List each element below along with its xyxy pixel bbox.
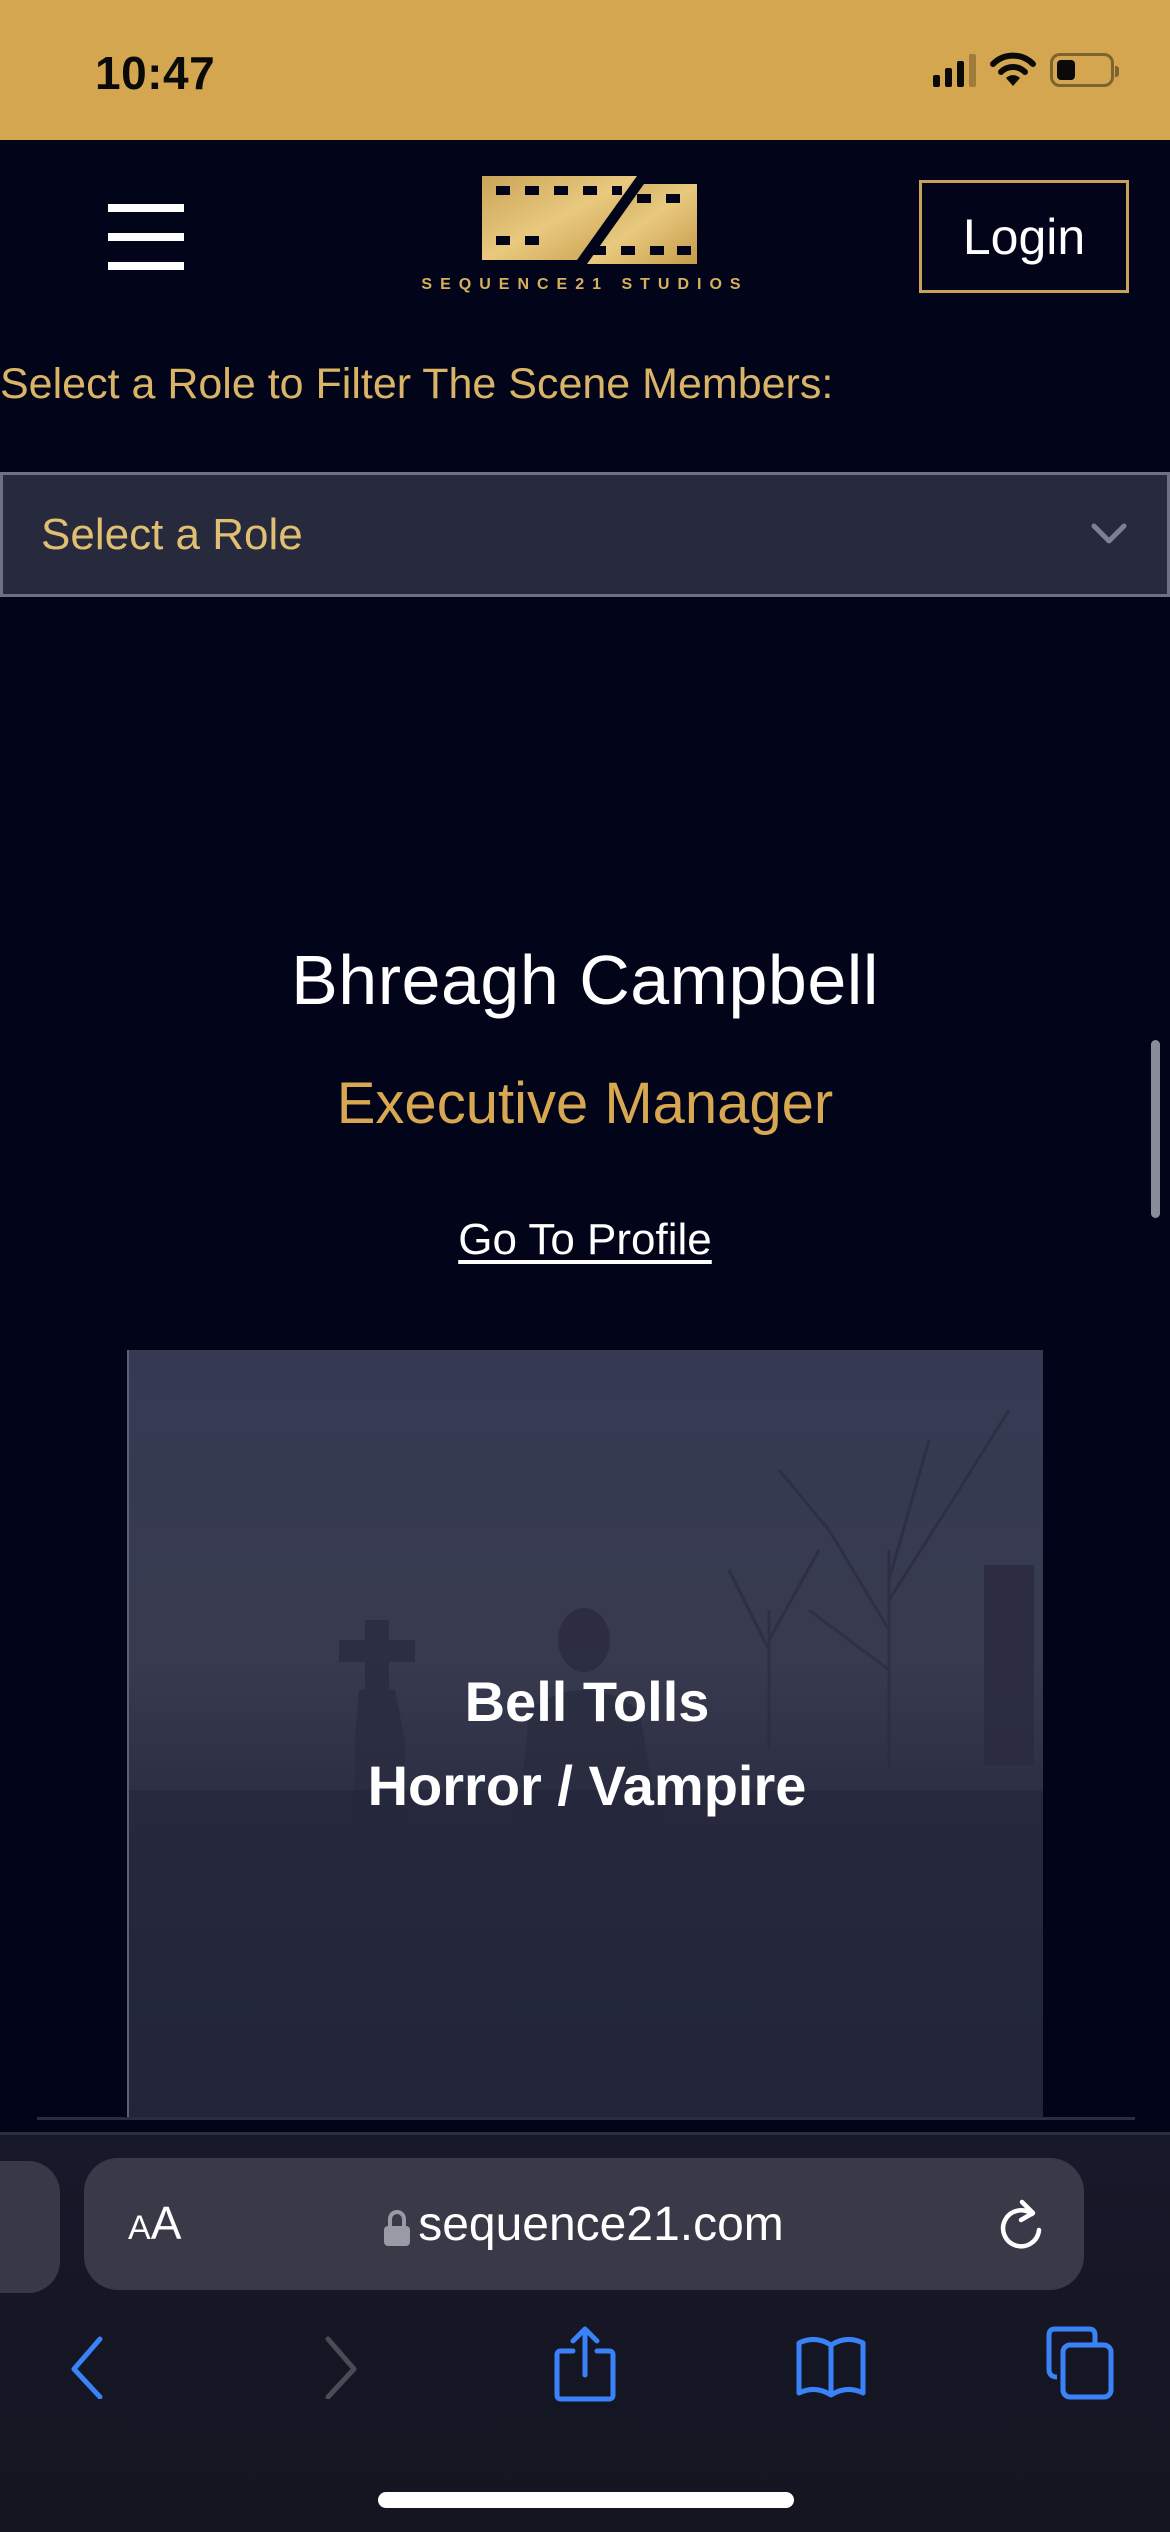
- profile-link-container: Go To Profile: [0, 1215, 1170, 1265]
- chevron-down-icon: [1091, 523, 1127, 544]
- scene-title: Bell Tolls Horror / Vampire: [129, 1660, 1043, 1828]
- site-header: SEQUENCE21 STUDIOS Login: [0, 140, 1170, 325]
- role-select-value: Select a Role: [41, 509, 303, 559]
- back-icon[interactable]: [68, 2335, 108, 2399]
- login-button[interactable]: Login: [919, 180, 1129, 293]
- member-name: Bhreagh Campbell: [291, 941, 879, 1019]
- reload-icon[interactable]: [996, 2196, 1046, 2252]
- cellular-signal-icon: [933, 53, 976, 87]
- browser-toolbar: AA sequence21.com: [0, 2132, 1170, 2532]
- status-bar: 10:47: [0, 0, 1170, 140]
- sequence21-logo[interactable]: SEQUENCE21 STUDIOS: [415, 176, 755, 298]
- lock-icon: [384, 2210, 411, 2246]
- go-to-profile-link[interactable]: Go To Profile: [458, 1215, 712, 1264]
- logo-wordmark: SEQUENCE21 STUDIOS: [421, 276, 749, 293]
- status-icons: [933, 52, 1119, 88]
- forward-icon[interactable]: [320, 2335, 360, 2399]
- previous-tab-preview[interactable]: [0, 2161, 60, 2293]
- status-time: 10:47: [95, 47, 216, 99]
- hamburger-menu-icon[interactable]: [108, 204, 184, 270]
- wifi-icon: [990, 52, 1036, 86]
- share-icon[interactable]: [553, 2325, 617, 2403]
- battery-icon: [1050, 53, 1119, 87]
- film-strip-logo-icon: [482, 176, 697, 264]
- filter-label: Select a Role to Filter The Scene Member…: [0, 360, 834, 408]
- scene-card[interactable]: Bell Tolls Horror / Vampire: [127, 1350, 1043, 2120]
- scene-genre: Horror / Vampire: [367, 1754, 807, 1817]
- divider: [37, 2117, 1135, 2120]
- page-scrollbar[interactable]: [1151, 1040, 1160, 1218]
- role-select[interactable]: Select a Role: [0, 472, 1170, 597]
- url-display: sequence21.com: [84, 2158, 1084, 2290]
- tabs-icon[interactable]: [1045, 2325, 1115, 2401]
- url-text: sequence21.com: [418, 2197, 784, 2251]
- bookmarks-icon[interactable]: [793, 2335, 869, 2399]
- address-bar[interactable]: AA sequence21.com: [84, 2158, 1084, 2290]
- member-role: Executive Manager: [336, 1071, 834, 1136]
- scene-name: Bell Tolls: [464, 1670, 710, 1733]
- home-indicator[interactable]: [378, 2492, 794, 2508]
